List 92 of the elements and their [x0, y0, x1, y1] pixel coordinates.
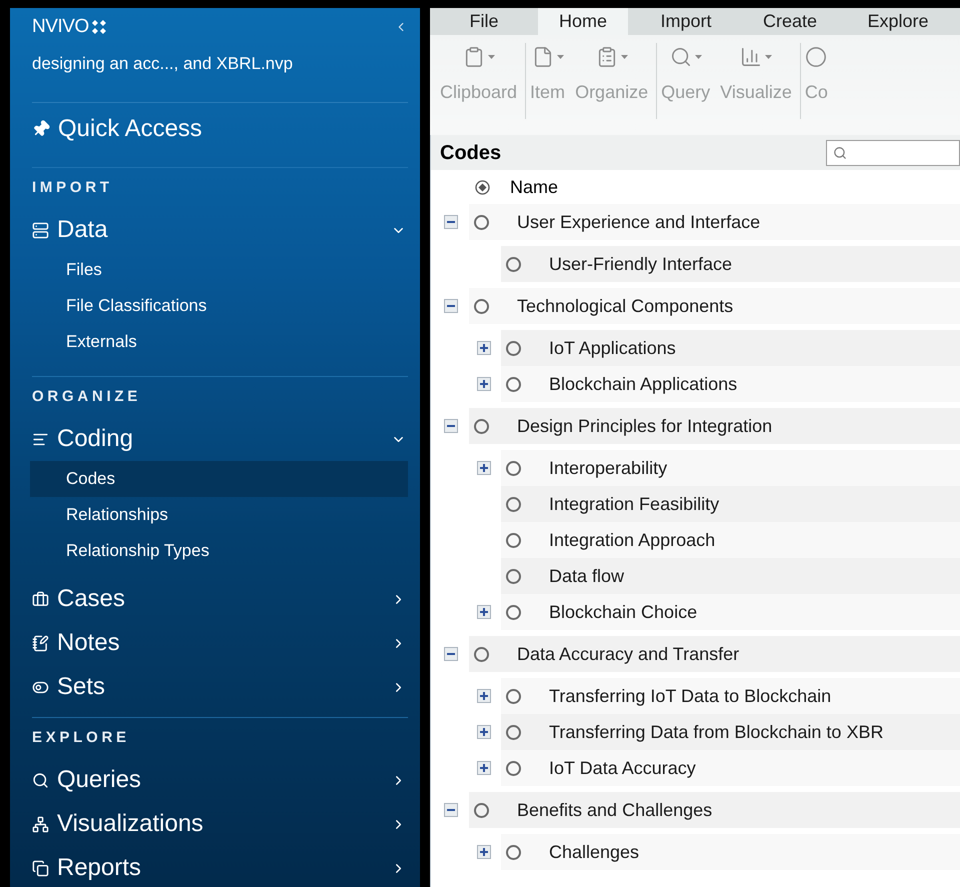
expand-toggle[interactable] [477, 605, 491, 619]
code-name: User Experience and Interface [517, 210, 760, 234]
code-row[interactable]: Technological Components [469, 288, 960, 324]
code-name: IoT Applications [549, 336, 676, 360]
nav-subitem[interactable]: Externals [30, 324, 408, 360]
section-heading: ORGANIZE [32, 386, 142, 407]
nav-item[interactable]: Cases [32, 581, 126, 617]
ribbon-tab[interactable]: Home [538, 8, 628, 35]
code-row[interactable]: Challenges [501, 834, 960, 870]
expand-toggle[interactable] [477, 689, 491, 703]
ribbon-tab[interactable]: Import [628, 8, 744, 35]
caret-icon [620, 55, 628, 59]
nav-item[interactable]: Sets [32, 669, 106, 705]
collapse-toggle[interactable] [444, 299, 458, 313]
expand-toggle[interactable] [477, 845, 491, 859]
nav-item[interactable]: Data [32, 212, 108, 248]
code-row[interactable]: Transferring IoT Data to Blockchain [501, 678, 960, 714]
code-name: Integration Feasibility [549, 492, 720, 516]
caret-icon [765, 55, 772, 59]
code-row[interactable]: Data flow [501, 558, 960, 594]
code-name: Blockchain Choice [549, 600, 698, 624]
drawer-icon [32, 222, 49, 238]
quick-access-link[interactable]: Quick Access [32, 111, 202, 147]
expand-toggle[interactable] [477, 725, 491, 739]
code-name: Benefits and Challenges [517, 798, 712, 822]
ribbon-tab[interactable]: Explore [836, 8, 960, 35]
code-row[interactable]: Data Accuracy and Transfer [469, 636, 960, 672]
code-row[interactable]: Interoperability [501, 450, 960, 486]
ribbon-tab[interactable]: File [430, 8, 538, 35]
nav-subitem[interactable]: Files [30, 252, 408, 288]
code-name: Technological Components [517, 294, 734, 318]
code-name: Challenges [549, 840, 640, 864]
code-row[interactable]: Benefits and Challenges [469, 792, 960, 828]
code-row[interactable]: Blockchain Choice [501, 594, 960, 630]
search-icon [32, 772, 49, 788]
nav-item[interactable]: Visualizations [32, 806, 204, 842]
code-name: Transferring Data from Blockchain to XBR [549, 720, 884, 744]
code-name: Blockchain Applications [549, 372, 738, 396]
code-name: IoT Data Accuracy [549, 756, 696, 780]
code-row[interactable]: Transferring Data from Blockchain to XBR [501, 714, 960, 750]
nav-item[interactable]: Reports [32, 850, 142, 886]
ribbon-tab[interactable]: Create [744, 8, 836, 35]
nav-item[interactable]: Coding [32, 421, 134, 457]
code-name: Integration Approach [549, 528, 716, 552]
add-column-icon[interactable] [475, 180, 490, 194]
expand-toggle[interactable] [477, 341, 491, 355]
notebook-icon [32, 634, 49, 652]
code-row[interactable]: User Experience and Interface [469, 204, 960, 240]
panel-title: Codes [440, 140, 502, 166]
code-name: Design Principles for Integration [517, 414, 772, 438]
code-row[interactable]: Design Principles for Integration [469, 408, 960, 444]
network-icon [32, 816, 49, 832]
nav-subitem[interactable]: Codes [30, 461, 408, 497]
search-icon [670, 46, 692, 68]
section-heading: IMPORT [32, 178, 114, 198]
code-name: User-Friendly Interface [549, 252, 732, 276]
code-row[interactable]: Integration Approach [501, 522, 960, 558]
caret-icon [556, 55, 564, 59]
nav-item[interactable]: Notes [32, 625, 120, 661]
logo-text: NVIVO [32, 14, 89, 39]
pages-icon [32, 860, 49, 876]
expand-toggle[interactable] [477, 377, 491, 391]
column-header[interactable]: Name [510, 174, 558, 200]
search-field[interactable] [826, 140, 960, 166]
project-name: designing an acc..., and XBRL.nvp [32, 53, 294, 76]
logo-icon [90, 20, 107, 34]
code-row[interactable]: IoT Data Accuracy [501, 750, 960, 786]
expand-toggle[interactable] [477, 761, 491, 775]
nav-item[interactable]: Queries [32, 762, 142, 798]
code-name: Transferring IoT Data to Blockchain [549, 684, 832, 708]
caret-icon [488, 55, 495, 59]
expand-toggle[interactable] [477, 461, 491, 475]
search-icon [833, 146, 847, 160]
caret-icon [694, 55, 702, 59]
bar-chart-icon [740, 46, 762, 68]
code-name: Data Accuracy and Transfer [517, 642, 740, 666]
circle-icon [805, 46, 828, 68]
nav-subitem[interactable]: Relationships [30, 497, 408, 533]
nav-subitem[interactable]: File Classifications [30, 288, 408, 324]
code-name: Data flow [549, 564, 624, 588]
collapse-toggle[interactable] [444, 647, 458, 661]
nav-subitem[interactable]: Relationship Types [30, 533, 408, 569]
code-row[interactable]: Integration Feasibility [501, 486, 960, 522]
collapse-toggle[interactable] [444, 803, 458, 817]
collapse-toggle[interactable] [444, 215, 458, 229]
code-name: Interoperability [549, 456, 668, 480]
briefcase-icon [32, 590, 49, 608]
code-row[interactable]: User-Friendly Interface [501, 246, 960, 282]
section-heading: EXPLORE [32, 728, 131, 748]
collapse-toggle[interactable] [444, 419, 458, 433]
code-row[interactable]: Blockchain Applications [501, 366, 960, 402]
code-row[interactable]: IoT Applications [501, 330, 960, 366]
